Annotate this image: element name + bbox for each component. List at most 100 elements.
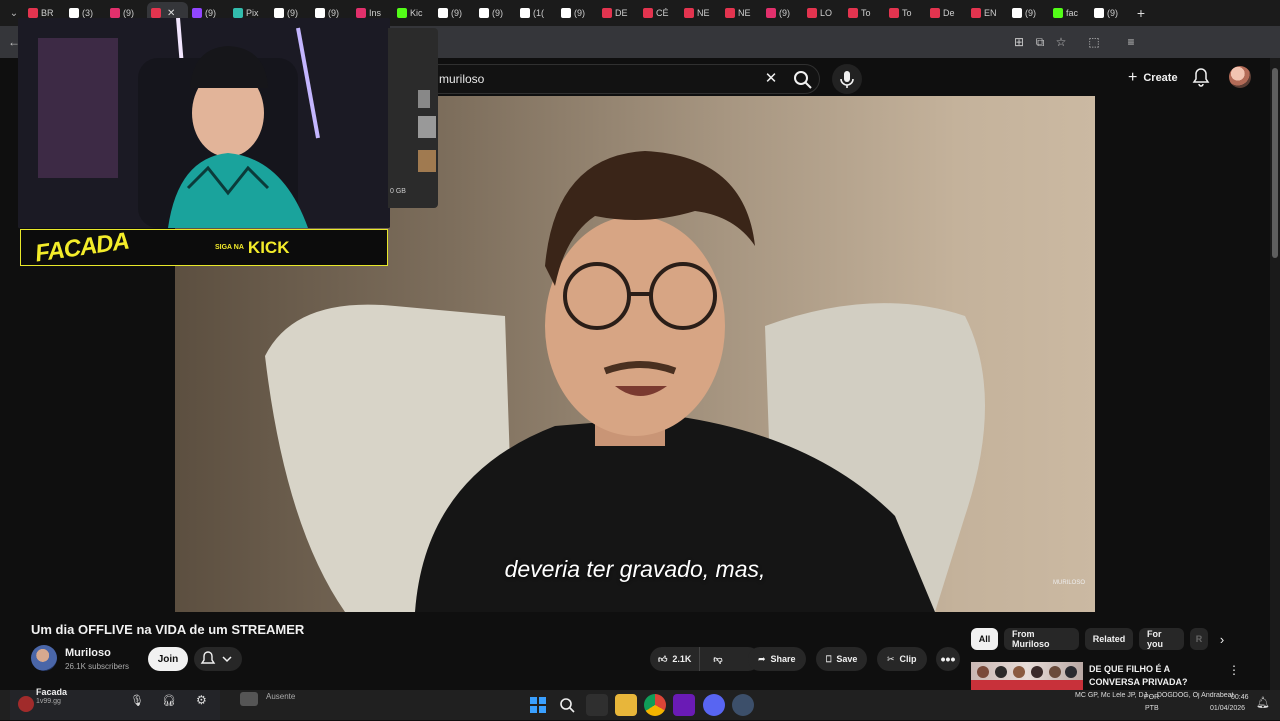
recommendation-menu-icon[interactable]: ⋮ <box>1228 663 1240 677</box>
reading-list-icon[interactable]: ≡ <box>1123 34 1139 50</box>
browser-tab[interactable]: Kic <box>393 2 434 24</box>
app-next-icon[interactable] <box>673 694 695 716</box>
friend-status: Ausente <box>266 692 296 701</box>
search-icon[interactable] <box>791 68 815 92</box>
microphone-icon[interactable]: 🎙︎ <box>130 694 144 707</box>
taskbar-search-icon[interactable] <box>556 694 578 716</box>
tab-favicon-icon <box>1012 8 1022 18</box>
video-watermark: MURILOSO <box>1052 580 1085 586</box>
browser-tab[interactable]: CÉ <box>639 2 680 24</box>
tray-language[interactable]: POR <box>1144 694 1159 701</box>
tab-favicon-icon <box>315 8 325 18</box>
chip-related[interactable]: Related <box>1085 628 1133 650</box>
browser-tab[interactable]: EN <box>967 2 1008 24</box>
like-dislike-group: 👍︎ 2.1K 👎︎ <box>650 647 760 671</box>
windows-start-icon[interactable] <box>527 694 549 716</box>
tab-label: To <box>861 8 871 18</box>
tray-layout: PTB <box>1145 705 1159 712</box>
share-label: Share <box>770 654 796 664</box>
discord-voice-panel: Facada 1v99.gg 🎙︎ 🎧︎ ⚙ <box>10 687 220 720</box>
tab-favicon-icon <box>151 8 161 18</box>
mic-icon[interactable] <box>832 64 862 94</box>
tab-label: Kic <box>410 8 423 18</box>
chip-from-channel[interactable]: From Muriloso <box>1004 628 1079 650</box>
tray-time[interactable]: 00:46 <box>1231 694 1249 701</box>
browser-tab[interactable]: To <box>844 2 885 24</box>
tab-label: (9) <box>451 8 462 18</box>
chip-overflow[interactable]: R <box>1190 628 1208 650</box>
notification-icon[interactable]: 🔔︎ <box>1256 696 1270 709</box>
new-tab-button[interactable]: + <box>1131 5 1151 21</box>
recommendation-title[interactable]: DE QUE FILHO É A CONVERSA PRIVADA? <box>1089 663 1219 689</box>
browser-tab[interactable]: fac <box>1049 2 1090 24</box>
chip-for-you[interactable]: For you <box>1139 628 1184 650</box>
tray-date[interactable]: 01/04/2026 <box>1210 705 1245 712</box>
bookmark-star-icon[interactable]: ☆ <box>1053 34 1069 50</box>
account-avatar[interactable] <box>1229 66 1251 88</box>
dislike-button[interactable]: 👎︎ <box>705 647 730 671</box>
streamer-webcam <box>18 18 390 228</box>
browser-tab[interactable]: LO <box>803 2 844 24</box>
browser-tab[interactable]: NE <box>721 2 762 24</box>
browser-tab[interactable]: NE <box>680 2 721 24</box>
create-button[interactable]: + Create <box>1118 65 1188 91</box>
thumbs-down-icon: 👎︎ <box>713 653 723 664</box>
browser-tab[interactable]: (9) <box>1090 2 1131 24</box>
browser-tab[interactable]: (9) <box>762 2 803 24</box>
translate-icon[interactable]: ⊞ <box>1011 34 1027 50</box>
chip-all[interactable]: All <box>971 628 998 650</box>
server-avatar <box>18 696 34 712</box>
headphones-icon[interactable]: 🎧︎ <box>162 694 176 707</box>
more-actions-button[interactable]: ••• <box>936 647 960 671</box>
join-button[interactable]: Join <box>148 647 188 671</box>
video-subtitle: deveria ter gravado, mas, <box>504 556 766 582</box>
notifications-bell-icon[interactable] <box>1190 66 1212 88</box>
hover-popup: 0 GB <box>388 28 438 208</box>
tab-favicon-icon <box>725 8 735 18</box>
save-button[interactable]: ⎕ Save <box>816 647 868 671</box>
chevron-right-icon[interactable]: › <box>1213 631 1231 649</box>
file-explorer-icon[interactable] <box>615 694 637 716</box>
browser-tab[interactable]: (9) <box>557 2 598 24</box>
browser-tab[interactable]: De <box>926 2 967 24</box>
search-box[interactable]: muriloso ✕ <box>420 64 820 94</box>
chrome-icon[interactable] <box>644 694 666 716</box>
discord-icon[interactable] <box>703 694 725 716</box>
close-icon[interactable]: ✕ <box>761 69 781 89</box>
tab-favicon-icon <box>356 8 366 18</box>
tab-label: (3) <box>82 8 93 18</box>
cast-icon[interactable]: ⧉ <box>1032 34 1048 50</box>
browser-tab[interactable]: (9) <box>1008 2 1049 24</box>
windows-taskbar: Facada 1v99.gg 🎙︎ 🎧︎ ⚙ Ausente MC GP, Mc… <box>0 687 1280 720</box>
discord-server-name: Facada <box>36 687 68 697</box>
popup-thumb <box>418 116 436 138</box>
recommendation-thumbnail[interactable] <box>971 662 1083 690</box>
clip-button[interactable]: ✂ Clip <box>877 647 927 671</box>
banner-siga-label: SIGA NA <box>215 244 244 251</box>
tab-favicon-icon <box>233 8 243 18</box>
tab-close-icon[interactable]: ✕ <box>167 8 175 19</box>
channel-avatar[interactable] <box>31 645 57 671</box>
page-scrollbar[interactable] <box>1270 58 1280 690</box>
scrollbar-thumb[interactable] <box>1272 68 1278 258</box>
share-icon: ➦ <box>758 653 766 664</box>
banner-kick-label: KICK <box>247 237 290 257</box>
browser-tab[interactable]: (1( <box>516 2 557 24</box>
subscription-bell-button[interactable] <box>194 647 242 671</box>
bookmark-icon: ⎕ <box>826 653 832 664</box>
settings-gear-icon[interactable]: ⚙ <box>196 693 207 707</box>
settings-app-icon[interactable] <box>732 694 754 716</box>
share-button[interactable]: ➦ Share <box>748 647 806 671</box>
channel-name[interactable]: Muriloso <box>65 647 111 659</box>
browser-tab[interactable]: (9) <box>434 2 475 24</box>
task-view-icon[interactable] <box>586 694 608 716</box>
browser-tab[interactable]: (9) <box>475 2 516 24</box>
tab-label: (9) <box>574 8 585 18</box>
browser-tab[interactable]: DE <box>598 2 639 24</box>
extensions-icon[interactable]: ⬚ <box>1086 34 1102 50</box>
search-input[interactable]: muriloso <box>439 72 484 86</box>
like-button[interactable]: 👍︎ 2.1K <box>650 647 701 671</box>
browser-tab[interactable]: To <box>885 2 926 24</box>
save-label: Save <box>836 654 858 664</box>
tab-favicon-icon <box>848 8 858 18</box>
